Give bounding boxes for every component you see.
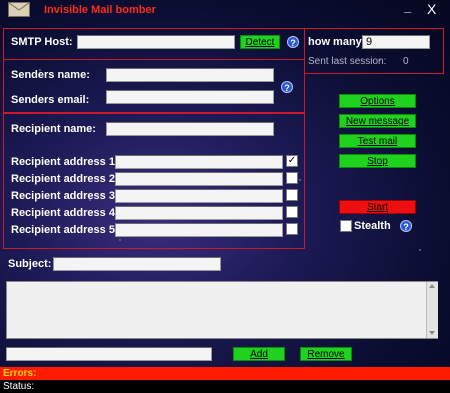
stealth-help-icon[interactable]: ? — [400, 220, 412, 232]
recipient-address-5-label: Recipient address 5: — [11, 224, 119, 236]
recipient-address-3-label: Recipient address 3: — [11, 190, 119, 202]
senders-email-input[interactable] — [106, 90, 274, 104]
recipient-address-3-input[interactable] — [115, 189, 283, 203]
status-bar: Status: — [0, 380, 450, 393]
stealth-label: Stealth — [354, 220, 391, 232]
attachment-input[interactable] — [6, 347, 212, 361]
smtp-host-input[interactable] — [77, 35, 235, 49]
minimize-button[interactable]: _ — [404, 0, 411, 14]
app-icon — [8, 2, 30, 17]
smtp-help-icon[interactable]: ? — [287, 36, 299, 48]
recipient-name-input[interactable] — [106, 122, 274, 136]
recipient-address-4-label: Recipient address 4: — [11, 207, 119, 219]
message-scrollbar[interactable] — [426, 282, 438, 338]
sent-last-session-label: Sent last session: — [308, 56, 387, 67]
start-button[interactable]: Start — [339, 200, 416, 214]
add-button[interactable]: Add — [233, 347, 285, 361]
recipient-name-label: Recipient name: — [11, 123, 96, 135]
recipient-address-5-checkbox[interactable] — [286, 223, 298, 235]
close-button[interactable]: X — [427, 1, 436, 17]
detect-button[interactable]: Detect — [240, 35, 280, 49]
stop-button[interactable]: Stop — [339, 154, 416, 168]
stealth-checkbox[interactable] — [340, 220, 352, 232]
recipient-address-4-checkbox[interactable] — [286, 206, 298, 218]
recipient-address-3-checkbox[interactable] — [286, 189, 298, 201]
subject-label: Subject: — [8, 258, 52, 270]
errors-label: Errors: — [3, 368, 37, 379]
recipient-address-4-input[interactable] — [115, 206, 283, 220]
senders-email-label: Senders email: — [11, 94, 90, 106]
senders-name-label: Senders name: — [11, 69, 90, 81]
recipient-address-5-input[interactable] — [115, 223, 283, 237]
test-mail-button[interactable]: Test mail — [339, 134, 416, 148]
recipient-address-1-checkbox[interactable]: ✓ — [286, 155, 298, 167]
options-button[interactable]: Options — [339, 94, 416, 108]
recipient-address-2-label: Recipient address 2: — [11, 173, 119, 185]
recipient-address-1-input[interactable] — [115, 155, 283, 169]
status-label: Status: — [3, 381, 35, 392]
errors-bar: Errors: — [0, 367, 450, 380]
recipient-address-2-checkbox[interactable] — [286, 172, 298, 184]
sent-last-session-value: 0 — [403, 56, 409, 67]
scroll-up-arrow-icon[interactable] — [429, 284, 435, 288]
recipient-address-2-input[interactable] — [115, 172, 283, 186]
senders-name-input[interactable] — [106, 68, 274, 82]
recipient-address-1-label: Recipient address 1: — [11, 156, 119, 168]
how-many-input[interactable]: 9 — [362, 35, 430, 49]
remove-button[interactable]: Remove — [300, 347, 352, 361]
sender-help-icon[interactable]: ? — [281, 81, 293, 93]
message-textarea[interactable] — [6, 281, 438, 339]
window-title: Invisible Mail bomber — [44, 4, 156, 16]
smtp-host-label: SMTP Host: — [11, 36, 73, 48]
scroll-down-arrow-icon[interactable] — [429, 331, 435, 335]
how-many-label: how many: — [308, 36, 366, 48]
subject-input[interactable] — [53, 257, 221, 271]
new-message-button[interactable]: New message — [339, 114, 416, 128]
